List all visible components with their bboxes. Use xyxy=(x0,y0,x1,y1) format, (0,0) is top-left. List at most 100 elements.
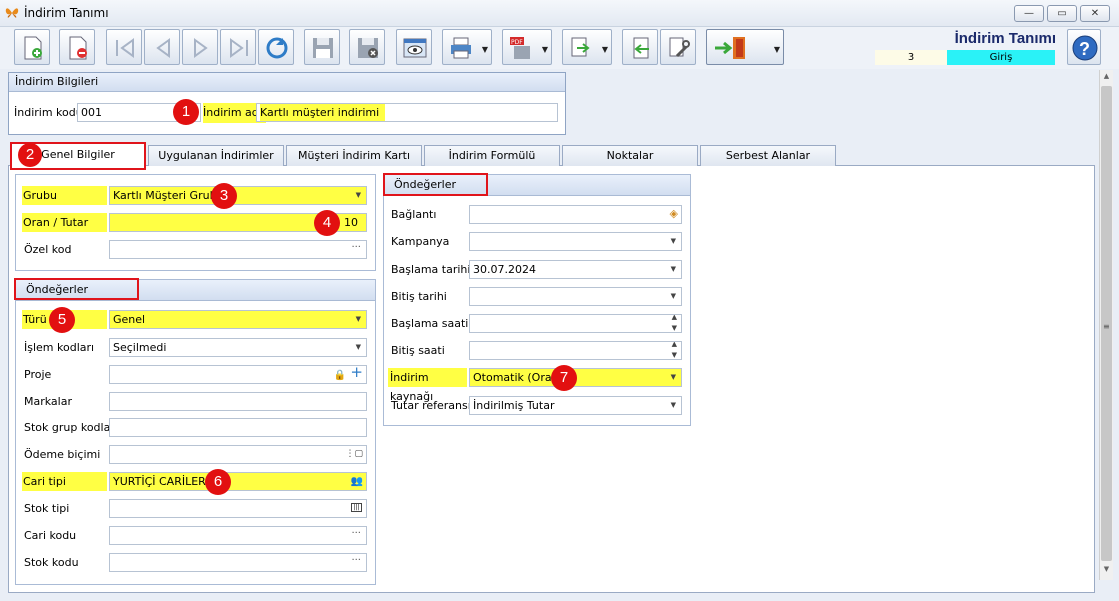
title-bar: İndirim Tanımı — ▭ ✕ xyxy=(0,0,1119,27)
window-title: İndirim Tanımı xyxy=(24,6,109,20)
mode-indicator: Giriş xyxy=(947,50,1055,65)
save-cancel-icon xyxy=(358,38,378,58)
help-button[interactable]: ? xyxy=(1067,29,1101,65)
indirim-bilgileri-heading: İndirim Bilgileri xyxy=(9,73,565,92)
print-button[interactable]: ▼ xyxy=(442,29,492,65)
indirim-kaynagi-label: İndirim kaynağı xyxy=(388,368,467,403)
indirim-adi-value: Kartlı müşteri indirimi xyxy=(260,104,386,121)
baslama-saati-label: Başlama saati xyxy=(391,317,469,330)
indirim-adi-input[interactable]: Kartlı müşteri indirimi xyxy=(256,103,558,122)
stok-kodu-input[interactable]: ··· xyxy=(109,553,367,572)
tree-icon[interactable]: ⋮▢ xyxy=(345,446,363,463)
tag-icon[interactable]: ◈ xyxy=(670,206,678,222)
spinner-icon[interactable]: ▲ ▼ xyxy=(672,315,677,332)
stok-grup-kodlari-label: Stok grup kodları xyxy=(24,421,118,434)
stok-grup-kodlari-input[interactable] xyxy=(109,418,367,437)
kampanya-select[interactable]: ▼ xyxy=(469,232,682,251)
annotation-box-right-ondegerler xyxy=(383,173,488,196)
chevron-down-icon: ▼ xyxy=(670,237,676,245)
maximize-button[interactable]: ▭ xyxy=(1047,5,1077,22)
door-exit-icon xyxy=(715,37,745,59)
annotation-badge-7: 7 xyxy=(551,365,577,391)
refresh-button[interactable] xyxy=(258,29,294,65)
tutar-referansi-value: İndirilmiş Tutar xyxy=(473,399,555,412)
cari-tipi-value: YURTİÇİ CARİLER xyxy=(113,475,206,488)
indirim-kaynagi-value: Otomatik (Oran) xyxy=(473,371,563,384)
markalar-label: Markalar xyxy=(24,395,72,408)
grubu-label: Grubu xyxy=(22,186,107,205)
turu-select[interactable]: Genel ▼ xyxy=(109,310,367,329)
svg-text:?: ? xyxy=(1079,39,1090,59)
exit-button[interactable]: ▼ xyxy=(706,29,784,65)
proje-input[interactable]: 🔒 + xyxy=(109,365,367,384)
annotation-badge-4: 4 xyxy=(314,210,340,236)
bitis-tarihi-input[interactable]: ▼ xyxy=(469,287,682,306)
scroll-down-icon[interactable]: ▼ xyxy=(1100,565,1113,577)
tab-uygulanan-indirimler[interactable]: Uygulanan İndirimler xyxy=(148,145,284,166)
stok-tipi-input[interactable]: ||| xyxy=(109,499,367,518)
annotation-badge-3: 3 xyxy=(211,183,237,209)
barcode-icon[interactable]: ||| xyxy=(351,503,362,512)
proje-label: Proje xyxy=(24,368,52,381)
first-record-button[interactable] xyxy=(106,29,142,65)
tab-indirim-formulu[interactable]: İndirim Formülü xyxy=(424,145,560,166)
users-icon[interactable]: 👥 xyxy=(351,473,363,490)
next-record-button[interactable] xyxy=(182,29,218,65)
pdf-icon: PDF xyxy=(510,37,530,59)
bitis-tarihi-label: Bitiş tarihi xyxy=(391,290,447,303)
odeme-bicimi-label: Ödeme biçimi xyxy=(24,448,101,461)
save-button[interactable] xyxy=(304,29,340,65)
markalar-input[interactable] xyxy=(109,392,367,411)
tab-noktalar[interactable]: Noktalar xyxy=(562,145,698,166)
form-title: İndirim Tanımı xyxy=(954,30,1056,47)
eye-icon xyxy=(403,38,427,58)
save-cancel-button[interactable] xyxy=(349,29,385,65)
cari-kodu-label: Cari kodu xyxy=(24,529,77,542)
tab-musteri-indirim-karti[interactable]: Müşteri İndirim Kartı xyxy=(286,145,422,166)
chevron-down-icon: ▼ xyxy=(670,265,676,273)
annotation-badge-2: 2 xyxy=(18,143,42,167)
baslama-tarihi-input[interactable]: 30.07.2024 ▼ xyxy=(469,260,682,279)
delete-record-button[interactable] xyxy=(59,29,95,65)
bitis-saati-input[interactable]: ▲ ▼ xyxy=(469,341,682,360)
annotation-badge-6: 6 xyxy=(205,469,231,495)
plus-icon[interactable]: + xyxy=(350,366,363,381)
kampanya-label: Kampanya xyxy=(391,235,450,248)
grubu-select[interactable]: Kartlı Müşteri Grubu ▼ xyxy=(109,186,367,205)
preview-button[interactable] xyxy=(396,29,432,65)
vertical-scrollbar[interactable]: ▲ ≡ ▼ xyxy=(1099,70,1113,580)
close-button[interactable]: ✕ xyxy=(1080,5,1110,22)
chevron-down-icon: ▼ xyxy=(670,401,676,409)
baglanti-input[interactable]: ◈ xyxy=(469,205,682,224)
next-icon xyxy=(194,38,208,58)
butterfly-icon xyxy=(5,8,19,18)
record-number: 3 xyxy=(875,50,947,65)
new-record-button[interactable] xyxy=(14,29,50,65)
baglanti-label: Bağlantı xyxy=(391,208,437,221)
baslama-saati-input[interactable]: ▲ ▼ xyxy=(469,314,682,333)
tools-button[interactable] xyxy=(660,29,696,65)
spinner-icon[interactable]: ▲ ▼ xyxy=(672,342,677,359)
baslama-tarihi-label: Başlama tarihi xyxy=(391,263,471,276)
wrench-icon xyxy=(669,37,690,58)
islem-kodlari-select[interactable]: Seçilmedi ▼ xyxy=(109,338,367,357)
export-button[interactable]: ▼ xyxy=(562,29,612,65)
prev-record-button[interactable] xyxy=(144,29,180,65)
islem-kodlari-label: İşlem kodları xyxy=(24,341,95,354)
indirim-kodu-label: İndirim kodu xyxy=(14,106,83,119)
scroll-up-icon[interactable]: ▲ xyxy=(1100,72,1113,84)
save-icon xyxy=(313,38,333,58)
minimize-button[interactable]: — xyxy=(1014,5,1044,22)
odeme-bicimi-input[interactable]: ⋮▢ xyxy=(109,445,367,464)
import-button[interactable] xyxy=(622,29,658,65)
cari-tipi-input[interactable]: YURTİÇİ CARİLER 👥 xyxy=(109,472,367,491)
last-record-button[interactable] xyxy=(220,29,256,65)
stok-tipi-label: Stok tipi xyxy=(24,502,70,515)
tutar-referansi-select[interactable]: İndirilmiş Tutar ▼ xyxy=(469,396,682,415)
tab-serbest-alanlar[interactable]: Serbest Alanlar xyxy=(700,145,836,166)
ozel-kod-input[interactable]: ··· xyxy=(109,240,367,259)
cari-kodu-input[interactable]: ··· xyxy=(109,526,367,545)
bitis-saati-label: Bitiş saati xyxy=(391,344,445,357)
help-icon: ? xyxy=(1072,35,1098,61)
pdf-button[interactable]: PDF ▼ xyxy=(502,29,552,65)
